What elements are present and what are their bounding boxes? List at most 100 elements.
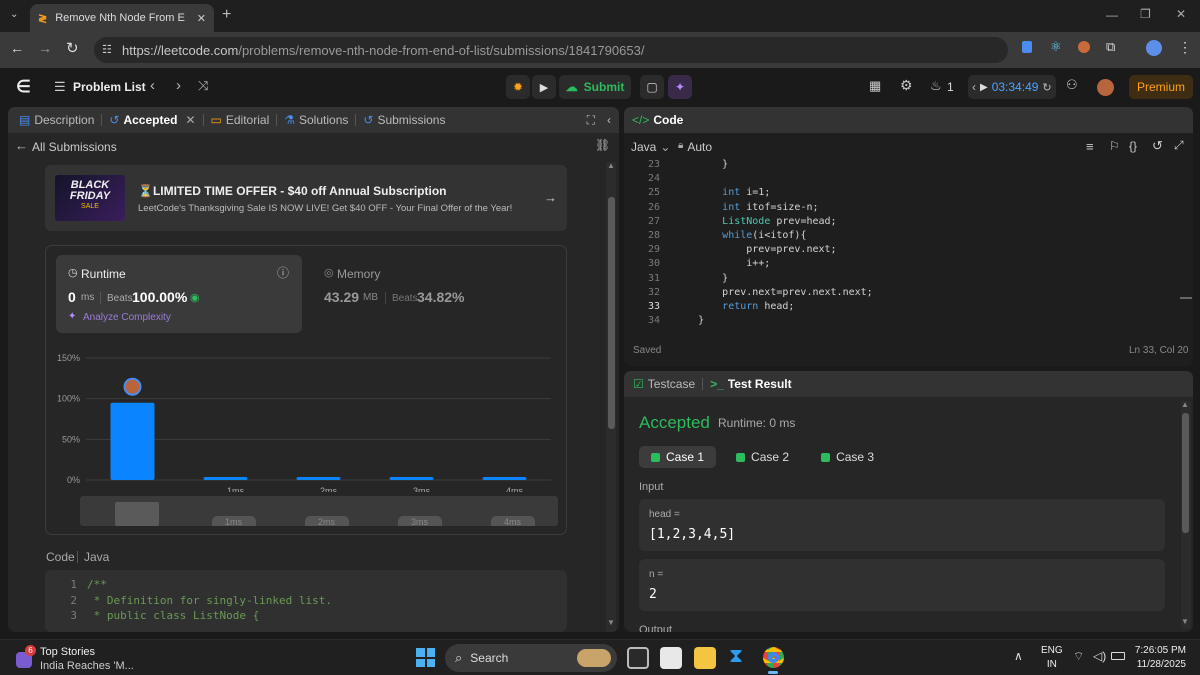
chart-bar[interactable] bbox=[110, 402, 155, 480]
promo-arrow-icon[interactable]: → bbox=[544, 190, 557, 205]
layout-icon[interactable]: ▦ bbox=[869, 78, 881, 94]
chrome-icon[interactable] bbox=[763, 647, 784, 668]
editor-code-line[interactable]: 29 prev=prev.next; bbox=[624, 244, 1184, 258]
language-indicator[interactable]: ENG IN bbox=[1041, 644, 1063, 672]
editor-code-line[interactable]: 27 ListNode prev=head; bbox=[624, 216, 1184, 230]
runtime-card[interactable]: ◷ Runtime ⓘ 0 ms Beats 100.00% ◉ ✦ Analy… bbox=[56, 255, 302, 333]
editor-scrollbar-marker[interactable] bbox=[1180, 297, 1192, 299]
case-1-tab[interactable]: Case 1 bbox=[639, 446, 717, 468]
left-scroll-up-icon[interactable]: ▲ bbox=[607, 161, 615, 170]
settings-gear-icon[interactable]: ⚙ bbox=[900, 77, 913, 94]
share-link-icon[interactable]: ⛓ bbox=[595, 138, 610, 152]
braces-icon[interactable]: {} bbox=[1129, 139, 1137, 153]
left-scroll-down-icon[interactable]: ▼ bbox=[607, 618, 615, 627]
editor-code-line[interactable]: 30 i++; bbox=[624, 258, 1184, 272]
zoom-app-icon[interactable] bbox=[660, 647, 682, 669]
chart-bar[interactable] bbox=[203, 477, 248, 480]
runtime-distribution-chart[interactable]: 150% 100% 50% 0% 1ms 2ms 3ms 4ms bbox=[46, 342, 566, 492]
wifi-icon[interactable]: ⌔ bbox=[1073, 649, 1084, 664]
minimize-window-icon[interactable]: — bbox=[1106, 8, 1118, 22]
editor-code-line[interactable]: 32 prev.next=prev.next.next; bbox=[624, 287, 1184, 301]
leetcode-logo-icon[interactable]: ∈ bbox=[16, 77, 31, 97]
reset-code-icon[interactable]: ↺ bbox=[1152, 138, 1163, 154]
taskbar-search[interactable]: ⌕ Search bbox=[445, 644, 617, 672]
prev-problem-icon[interactable]: ‹ bbox=[150, 77, 155, 94]
tab-editorial[interactable]: ▭ Editorial bbox=[204, 113, 277, 127]
tray-overflow-icon[interactable]: ∧ bbox=[1014, 649, 1023, 663]
debug-button[interactable]: ✹ bbox=[506, 75, 530, 99]
editor-code-line[interactable]: 24 bbox=[624, 173, 1184, 187]
next-problem-icon[interactable]: › bbox=[176, 77, 181, 94]
ai-assist-button[interactable]: ✦ bbox=[668, 75, 692, 99]
run-button[interactable]: ▶ bbox=[532, 75, 556, 99]
result-scroll-down-icon[interactable]: ▼ bbox=[1181, 617, 1189, 626]
problem-list-link[interactable]: Problem List bbox=[73, 80, 146, 94]
analyze-complexity-link[interactable]: Analyze Complexity bbox=[83, 312, 171, 323]
new-tab-icon[interactable]: + bbox=[222, 6, 231, 24]
editor-code-line[interactable]: 33 return head; bbox=[624, 301, 1184, 315]
editor-code-line[interactable]: 23 } bbox=[624, 159, 1184, 173]
timer-reset-icon[interactable]: ↻ bbox=[1042, 81, 1051, 94]
news-widget[interactable]: 6 Top Stories India Reaches 'M... bbox=[14, 644, 144, 672]
problem-list-icon[interactable]: ☰ bbox=[54, 79, 66, 95]
language-selector[interactable]: Java ⌄ bbox=[631, 140, 670, 154]
volume-icon[interactable]: ◁) bbox=[1093, 649, 1106, 663]
close-tab-icon[interactable]: ✕ bbox=[197, 12, 206, 25]
cookie-extension-icon[interactable] bbox=[1078, 41, 1090, 53]
notes-button[interactable]: ▢ bbox=[640, 75, 664, 99]
memory-card[interactable]: ◎ Memory 43.29 MB Beats 34.82% bbox=[312, 255, 556, 333]
format-icon[interactable]: ≡ bbox=[1086, 139, 1094, 154]
user-avatar[interactable] bbox=[1097, 79, 1114, 96]
chart-range-slider[interactable]: 1ms 2ms 3ms 4ms bbox=[80, 496, 558, 527]
submitted-code-block[interactable]: 1 /** 2 * Definition for singly-linked lis… bbox=[45, 570, 567, 632]
editor-code-line[interactable]: 31 } bbox=[624, 273, 1184, 287]
extensions-puzzle-icon[interactable]: ⧉ bbox=[1106, 39, 1115, 55]
shuffle-icon[interactable]: ⤨ bbox=[198, 78, 208, 94]
all-submissions-link[interactable]: All Submissions bbox=[32, 140, 117, 154]
file-explorer-icon[interactable] bbox=[694, 647, 716, 669]
close-window-icon[interactable]: ✕ bbox=[1176, 7, 1186, 21]
maximize-panel-icon[interactable]: ⛶ bbox=[587, 113, 595, 128]
result-scrollbar-thumb[interactable] bbox=[1182, 413, 1189, 533]
editor-code-line[interactable]: 34 } bbox=[624, 315, 1184, 329]
editor-code-area[interactable]: 23 } 24 25 int i=1; 26 int itof=size-n; 27 L… bbox=[624, 159, 1184, 329]
left-scrollbar-thumb[interactable] bbox=[608, 197, 615, 429]
profile-avatar[interactable] bbox=[1146, 40, 1162, 56]
task-view-icon[interactable] bbox=[627, 647, 649, 669]
timer-play-icon[interactable]: ▶ bbox=[980, 82, 988, 93]
battery-icon[interactable] bbox=[1111, 652, 1125, 660]
add-friend-icon[interactable]: ⚇ bbox=[1066, 77, 1078, 93]
tab-search-icon[interactable]: ⌄ bbox=[10, 9, 18, 20]
chart-bar[interactable] bbox=[296, 477, 341, 480]
collapse-panel-icon[interactable]: ‹ bbox=[607, 113, 611, 127]
tab-submissions[interactable]: ↺ Submissions bbox=[356, 113, 452, 127]
back-icon[interactable]: ← bbox=[10, 40, 24, 56]
tab-description[interactable]: ▤ Description bbox=[12, 113, 101, 127]
expand-editor-icon[interactable]: ⤢ bbox=[1174, 138, 1184, 153]
restore-window-icon[interactable]: ❐ bbox=[1140, 7, 1151, 21]
tab-test-result[interactable]: >_ Test Result bbox=[703, 377, 798, 391]
case-3-tab[interactable]: Case 3 bbox=[809, 446, 886, 468]
tab-accepted[interactable]: ↺ Accepted ✕ bbox=[102, 113, 202, 127]
runtime-info-icon[interactable]: ⓘ bbox=[277, 264, 289, 281]
timer-widget[interactable]: ‹ ▶ 03:34:49 ↻ bbox=[968, 75, 1056, 99]
editor-code-line[interactable]: 25 int i=1; bbox=[624, 187, 1184, 201]
submit-button[interactable]: ☁ Submit bbox=[559, 75, 631, 99]
premium-button[interactable]: Premium bbox=[1129, 75, 1193, 99]
browser-tab[interactable]: ≷ Remove Nth Node From End of ✕ bbox=[30, 4, 214, 32]
react-devtools-icon[interactable]: ⚛ bbox=[1050, 39, 1062, 55]
site-info-icon[interactable]: ☷ bbox=[102, 43, 112, 56]
extension-icon[interactable] bbox=[1022, 41, 1032, 53]
forward-icon[interactable]: → bbox=[38, 40, 52, 56]
auto-mode-toggle[interactable]: 🔒︎ Auto bbox=[678, 140, 712, 154]
editor-code-line[interactable]: 28 while(i<itof){ bbox=[624, 230, 1184, 244]
back-arrow-icon[interactable]: ← bbox=[15, 138, 28, 153]
promo-banner[interactable]: BLACK FRIDAY SALE ⏳LIMITED TIME OFFER - … bbox=[45, 165, 567, 231]
timer-collapse-icon[interactable]: ‹ bbox=[972, 80, 976, 94]
result-scroll-up-icon[interactable]: ▲ bbox=[1181, 400, 1189, 409]
case-2-tab[interactable]: Case 2 bbox=[724, 446, 801, 468]
browser-menu-icon[interactable]: ⋮ bbox=[1178, 39, 1192, 56]
clock[interactable]: 7:26:05 PM 11/28/2025 bbox=[1134, 644, 1186, 672]
vscode-icon[interactable]: ⧗ bbox=[729, 645, 743, 668]
tab-solutions[interactable]: ⚗ Solutions bbox=[277, 113, 355, 127]
